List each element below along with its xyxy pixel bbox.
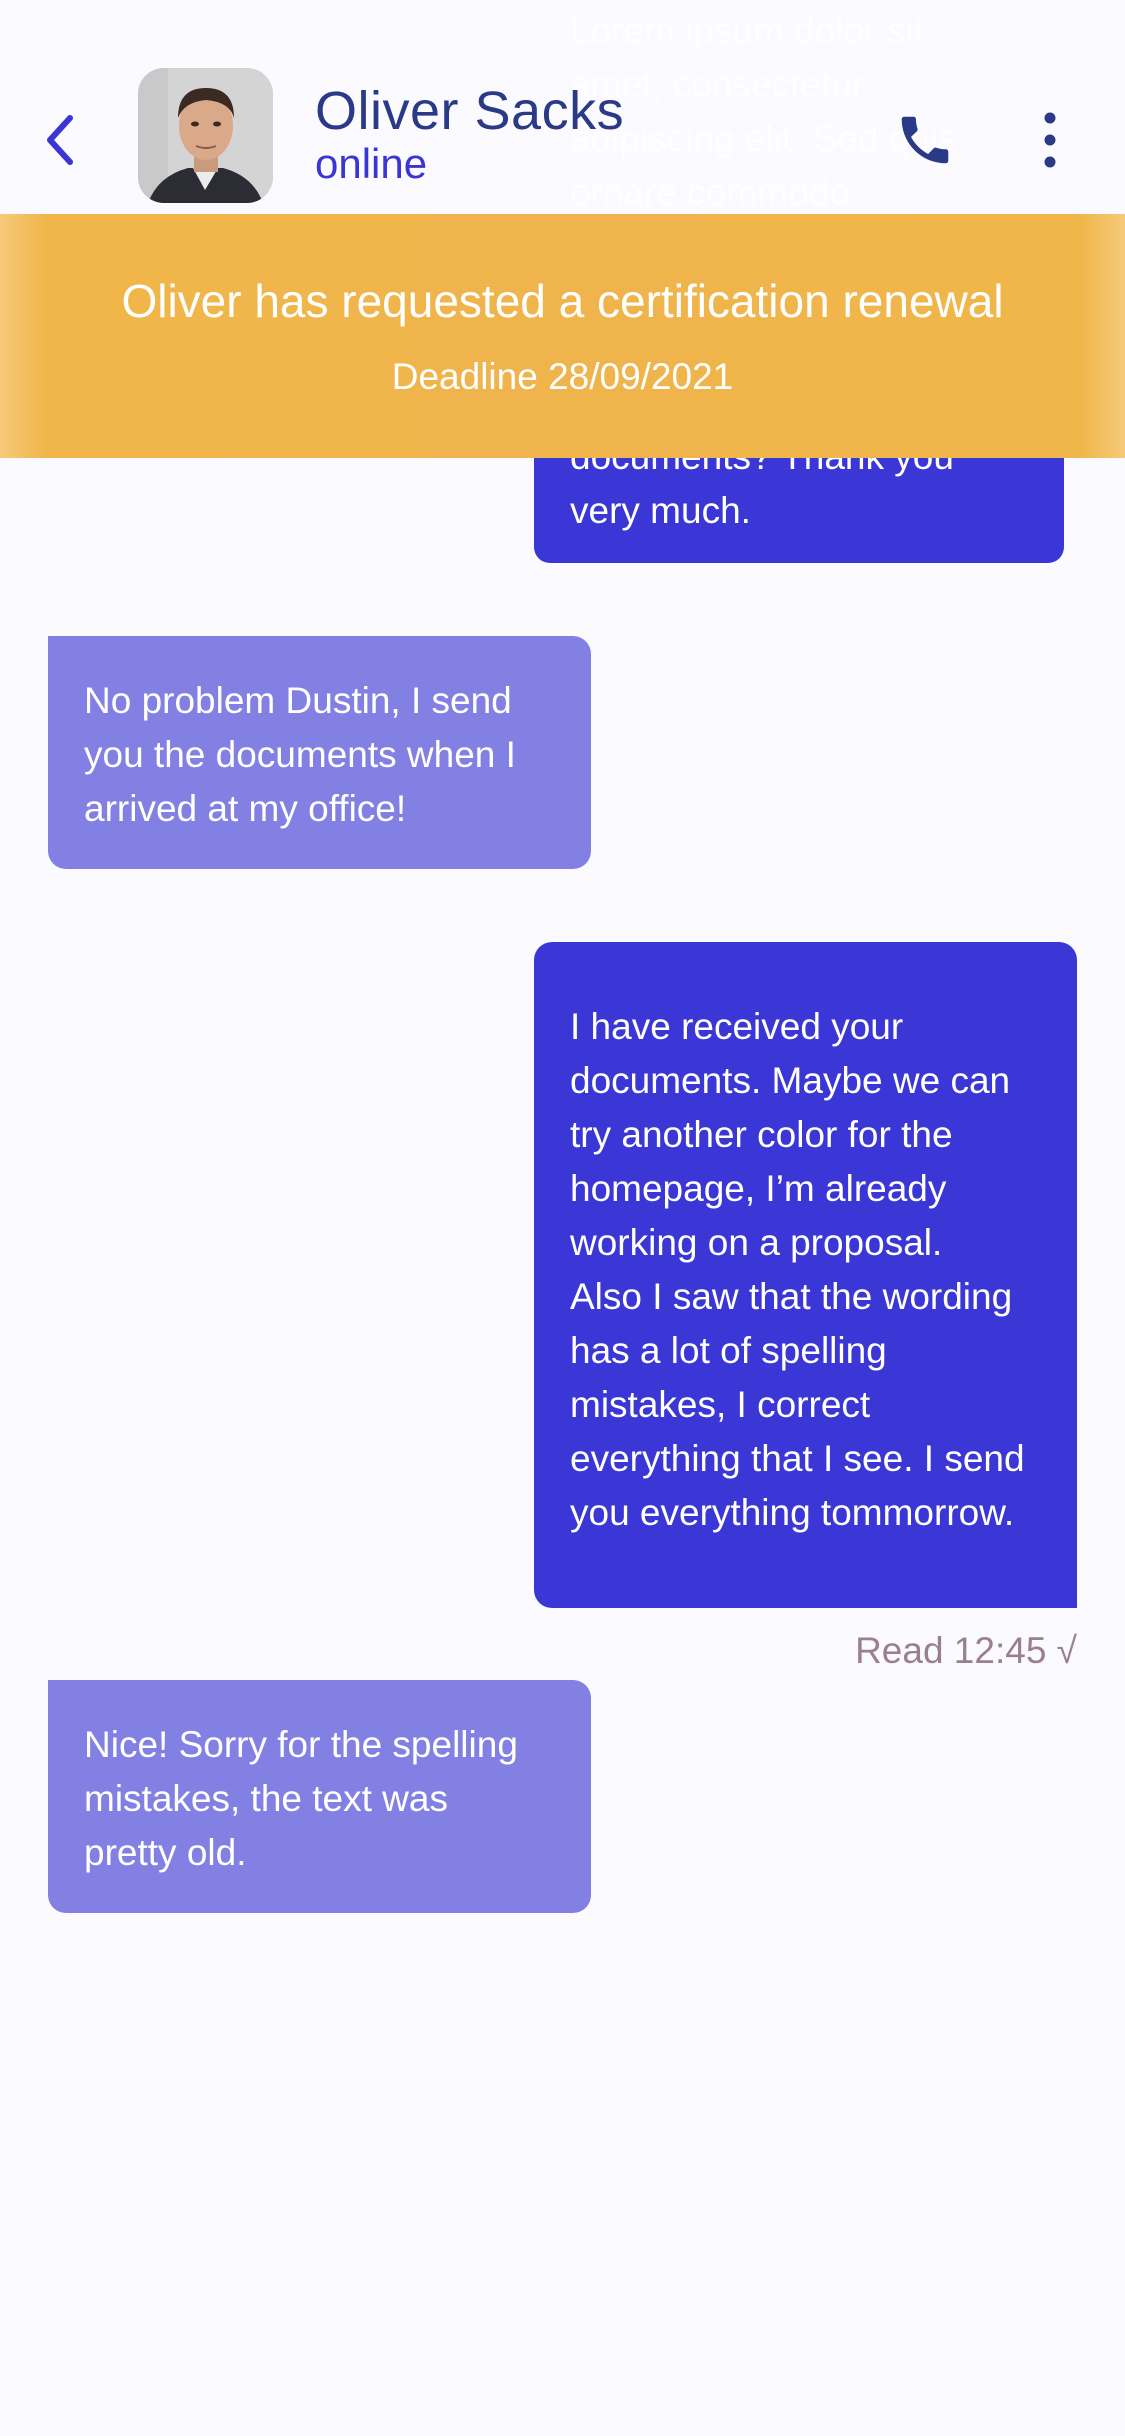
back-button[interactable]	[30, 105, 90, 175]
banner-title: Oliver has requested a certification ren…	[121, 275, 1004, 327]
contact-status: online	[315, 140, 428, 187]
contact-avatar[interactable]	[138, 68, 273, 203]
more-vertical-icon	[1044, 112, 1056, 168]
message-bubble-sent[interactable]: I have received your documents. Maybe we…	[534, 942, 1077, 1608]
certification-renewal-banner[interactable]: Oliver has requested a certification ren…	[0, 214, 1125, 458]
chevron-left-icon	[47, 115, 73, 165]
message-bubble-received[interactable]: Nice! Sorry for the spelling mistakes, t…	[48, 1680, 591, 1913]
banner-deadline: Deadline 28/09/2021	[391, 356, 734, 397]
message-bubble-received[interactable]: No problem Dustin, I send you the docume…	[48, 636, 591, 869]
call-button[interactable]	[885, 100, 965, 180]
contact-name[interactable]: Oliver Sacks	[315, 80, 624, 142]
read-receipt: Read 12:45 √	[855, 1630, 1077, 1671]
chat-header: Oliver Sacks online Lorem ipsum dolor si…	[0, 0, 1125, 214]
more-options-button[interactable]	[1025, 100, 1075, 180]
phone-icon	[901, 116, 949, 164]
chat-screen: Oliver Sacks online Lorem ipsum dolor si…	[0, 0, 1125, 2436]
